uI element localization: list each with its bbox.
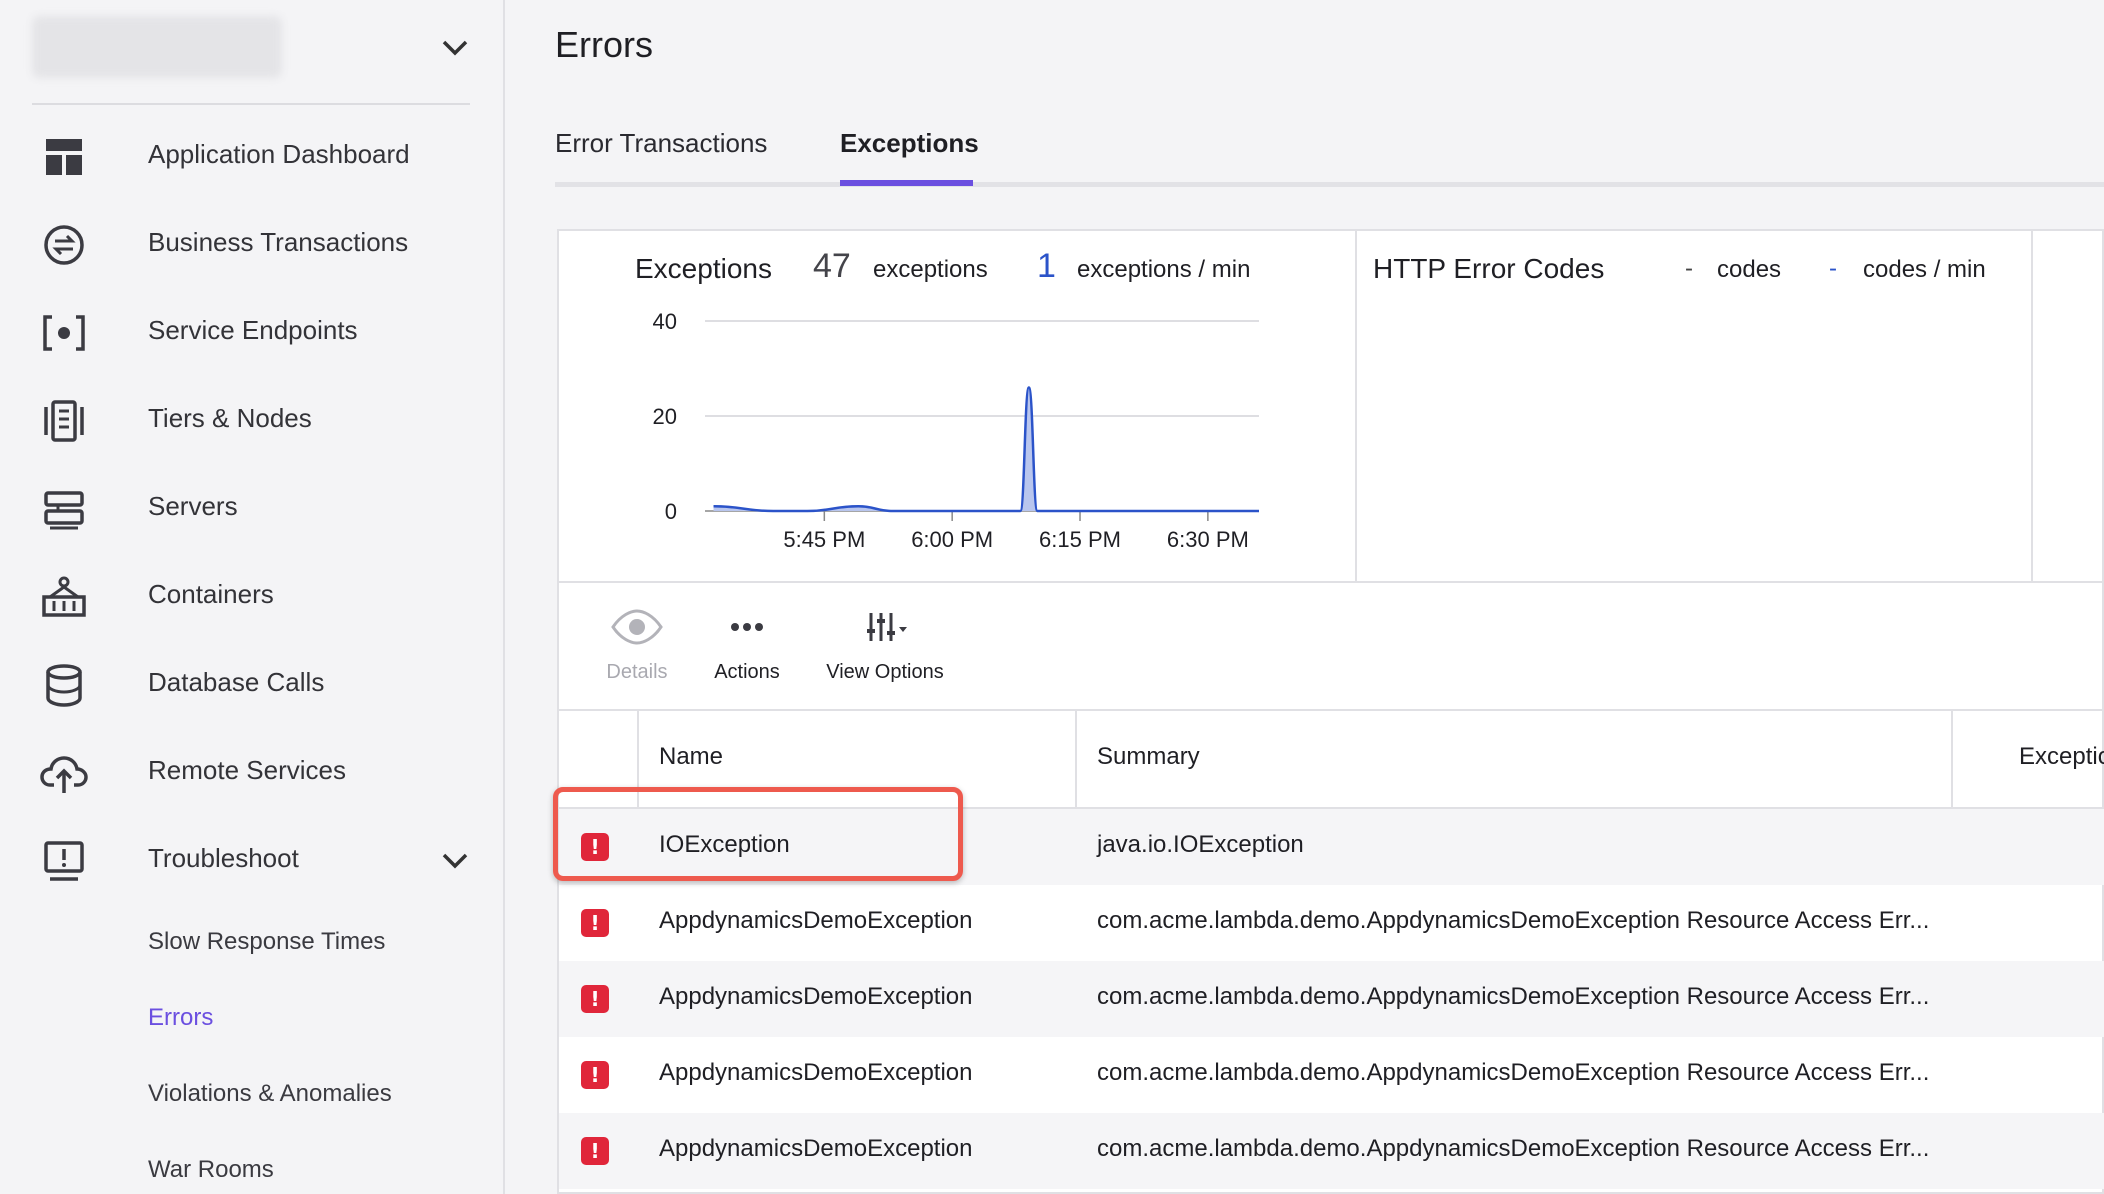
view-options-label: View Options [826,661,944,683]
sidebar-subitem-war-rooms[interactable]: War Rooms [148,1156,274,1184]
summary-widgets: Exceptions 47 exceptions 1 exceptions / … [559,231,2104,583]
exception-name: AppdynamicsDemoException [659,907,973,934]
exception-name: AppdynamicsDemoException [659,1135,973,1162]
chevron-down-icon[interactable] [438,32,472,62]
troubleshoot-icon [44,841,84,881]
y-tick-label: 40 [653,309,677,334]
sidebar-item-troubleshoot[interactable]: Troubleshoot [0,817,505,905]
sidebar-item-tiers-nodes[interactable]: Tiers & Nodes [0,377,505,465]
table-row[interactable]: AppdynamicsDemoException com.acme.lambda… [559,1113,2104,1189]
exceptions-chart: 40 20 0 5:45 PM 6:00 PM 6:15 PM 6:30 PM [653,309,1259,552]
tab-bar: Error Transactions Exceptions [555,120,2104,188]
y-tick-label: 0 [665,499,677,524]
http-error-codes-title: HTTP Error Codes [1373,253,1605,284]
servers-icon [44,491,84,530]
http-codes-rate: - [1829,255,1837,282]
tab-error-transactions[interactable]: Error Transactions [555,128,767,159]
column-header-exception-count[interactable]: Exceptio [1951,711,2104,807]
x-tick-label: 6:00 PM [911,527,993,552]
sidebar-subitem-violations-anomalies[interactable]: Violations & Anomalies [148,1080,392,1108]
x-tick-label: 6:30 PM [1167,527,1249,552]
sidebar-divider [32,103,470,105]
tab-rail [555,182,2104,187]
exception-summary: com.acme.lambda.demo.AppdynamicsDemoExce… [1097,1059,1930,1086]
sidebar-item-label: Service Endpoints [148,315,358,345]
sliders-icon [867,613,907,641]
http-codes-count-unit: codes [1717,256,1782,283]
database-icon [46,664,82,707]
widget-divider [2031,231,2033,581]
sidebar-item-database-calls[interactable]: Database Calls [0,641,505,729]
error-icon [581,985,609,1013]
http-codes-rate-unit: codes / min [1863,256,1986,283]
more-horizontal-icon [731,623,763,631]
sidebar: Application Dashboard Business Transacti… [0,0,505,1194]
http-codes-count: - [1685,255,1693,282]
exception-summary: com.acme.lambda.demo.AppdynamicsDemoExce… [1097,1135,1930,1162]
actions-label: Actions [714,661,780,683]
tiers-icon [44,400,84,442]
sidebar-item-label: Troubleshoot [148,843,299,873]
sidebar-item-business-transactions[interactable]: Business Transactions [0,201,505,289]
sidebar-subitem-slow-response-times[interactable]: Slow Response Times [148,928,385,956]
error-icon [581,1137,609,1165]
sidebar-item-label: Servers [148,491,238,521]
table-toolbar: Details Actions View Options [559,581,2104,711]
exceptions-area [713,387,1259,511]
actions-button[interactable]: Actions [697,607,797,684]
exception-summary: com.acme.lambda.demo.AppdynamicsDemoExce… [1097,983,1930,1010]
x-tick-label: 5:45 PM [783,527,865,552]
application-selector[interactable] [32,16,472,78]
endpoint-icon [43,315,85,351]
chevron-down-icon[interactable] [438,845,472,875]
details-label: Details [606,661,668,683]
error-icon [581,1061,609,1089]
page-title: Errors [555,24,653,65]
sidebar-item-label: Tiers & Nodes [148,403,312,433]
view-options-button[interactable]: View Options [815,607,955,684]
cloud-upload-icon [40,756,88,793]
containers-icon [42,576,86,617]
sidebar-subitem-errors[interactable]: Errors [148,1004,213,1032]
error-icon [581,909,609,937]
details-button[interactable]: Details [587,607,687,684]
sidebar-item-service-endpoints[interactable]: Service Endpoints [0,289,505,377]
table-row[interactable]: AppdynamicsDemoException com.acme.lambda… [559,1037,2104,1113]
exceptions-line [713,386,1259,513]
eye-icon [611,609,663,645]
exception-summary: com.acme.lambda.demo.AppdynamicsDemoExce… [1097,907,1930,934]
transactions-icon [44,225,84,265]
x-tick-label: 6:15 PM [1039,527,1121,552]
sidebar-item-label: Application Dashboard [148,139,410,169]
table-row[interactable]: AppdynamicsDemoException com.acme.lambda… [559,961,2104,1037]
table-row[interactable]: IOException java.io.IOException [553,787,2104,885]
active-tab-indicator [840,180,973,186]
widget-divider [1355,231,1357,581]
sidebar-item-containers[interactable]: Containers [0,553,505,641]
sidebar-item-servers[interactable]: Servers [0,465,505,553]
exception-summary: java.io.IOException [1097,831,1304,858]
highlight-annotation-box [553,787,963,881]
exception-name: AppdynamicsDemoException [659,983,973,1010]
exception-name: AppdynamicsDemoException [659,1059,973,1086]
table-row[interactable]: AppdynamicsDemoException com.acme.lambda… [559,885,2104,961]
dashboard-icon [46,139,82,175]
sidebar-item-label: Containers [148,579,274,609]
exceptions-panel: Exceptions 47 exceptions 1 exceptions / … [553,229,2104,1194]
application-name-redacted [32,16,282,78]
sidebar-item-label: Database Calls [148,667,325,697]
column-header-summary[interactable]: Summary [1075,711,1951,807]
tab-exceptions[interactable]: Exceptions [840,128,979,159]
sidebar-item-remote-services[interactable]: Remote Services [0,729,505,817]
y-tick-label: 20 [653,404,677,429]
sidebar-item-label: Remote Services [148,755,346,785]
sidebar-item-application-dashboard[interactable]: Application Dashboard [0,113,505,201]
sidebar-item-label: Business Transactions [148,227,409,257]
